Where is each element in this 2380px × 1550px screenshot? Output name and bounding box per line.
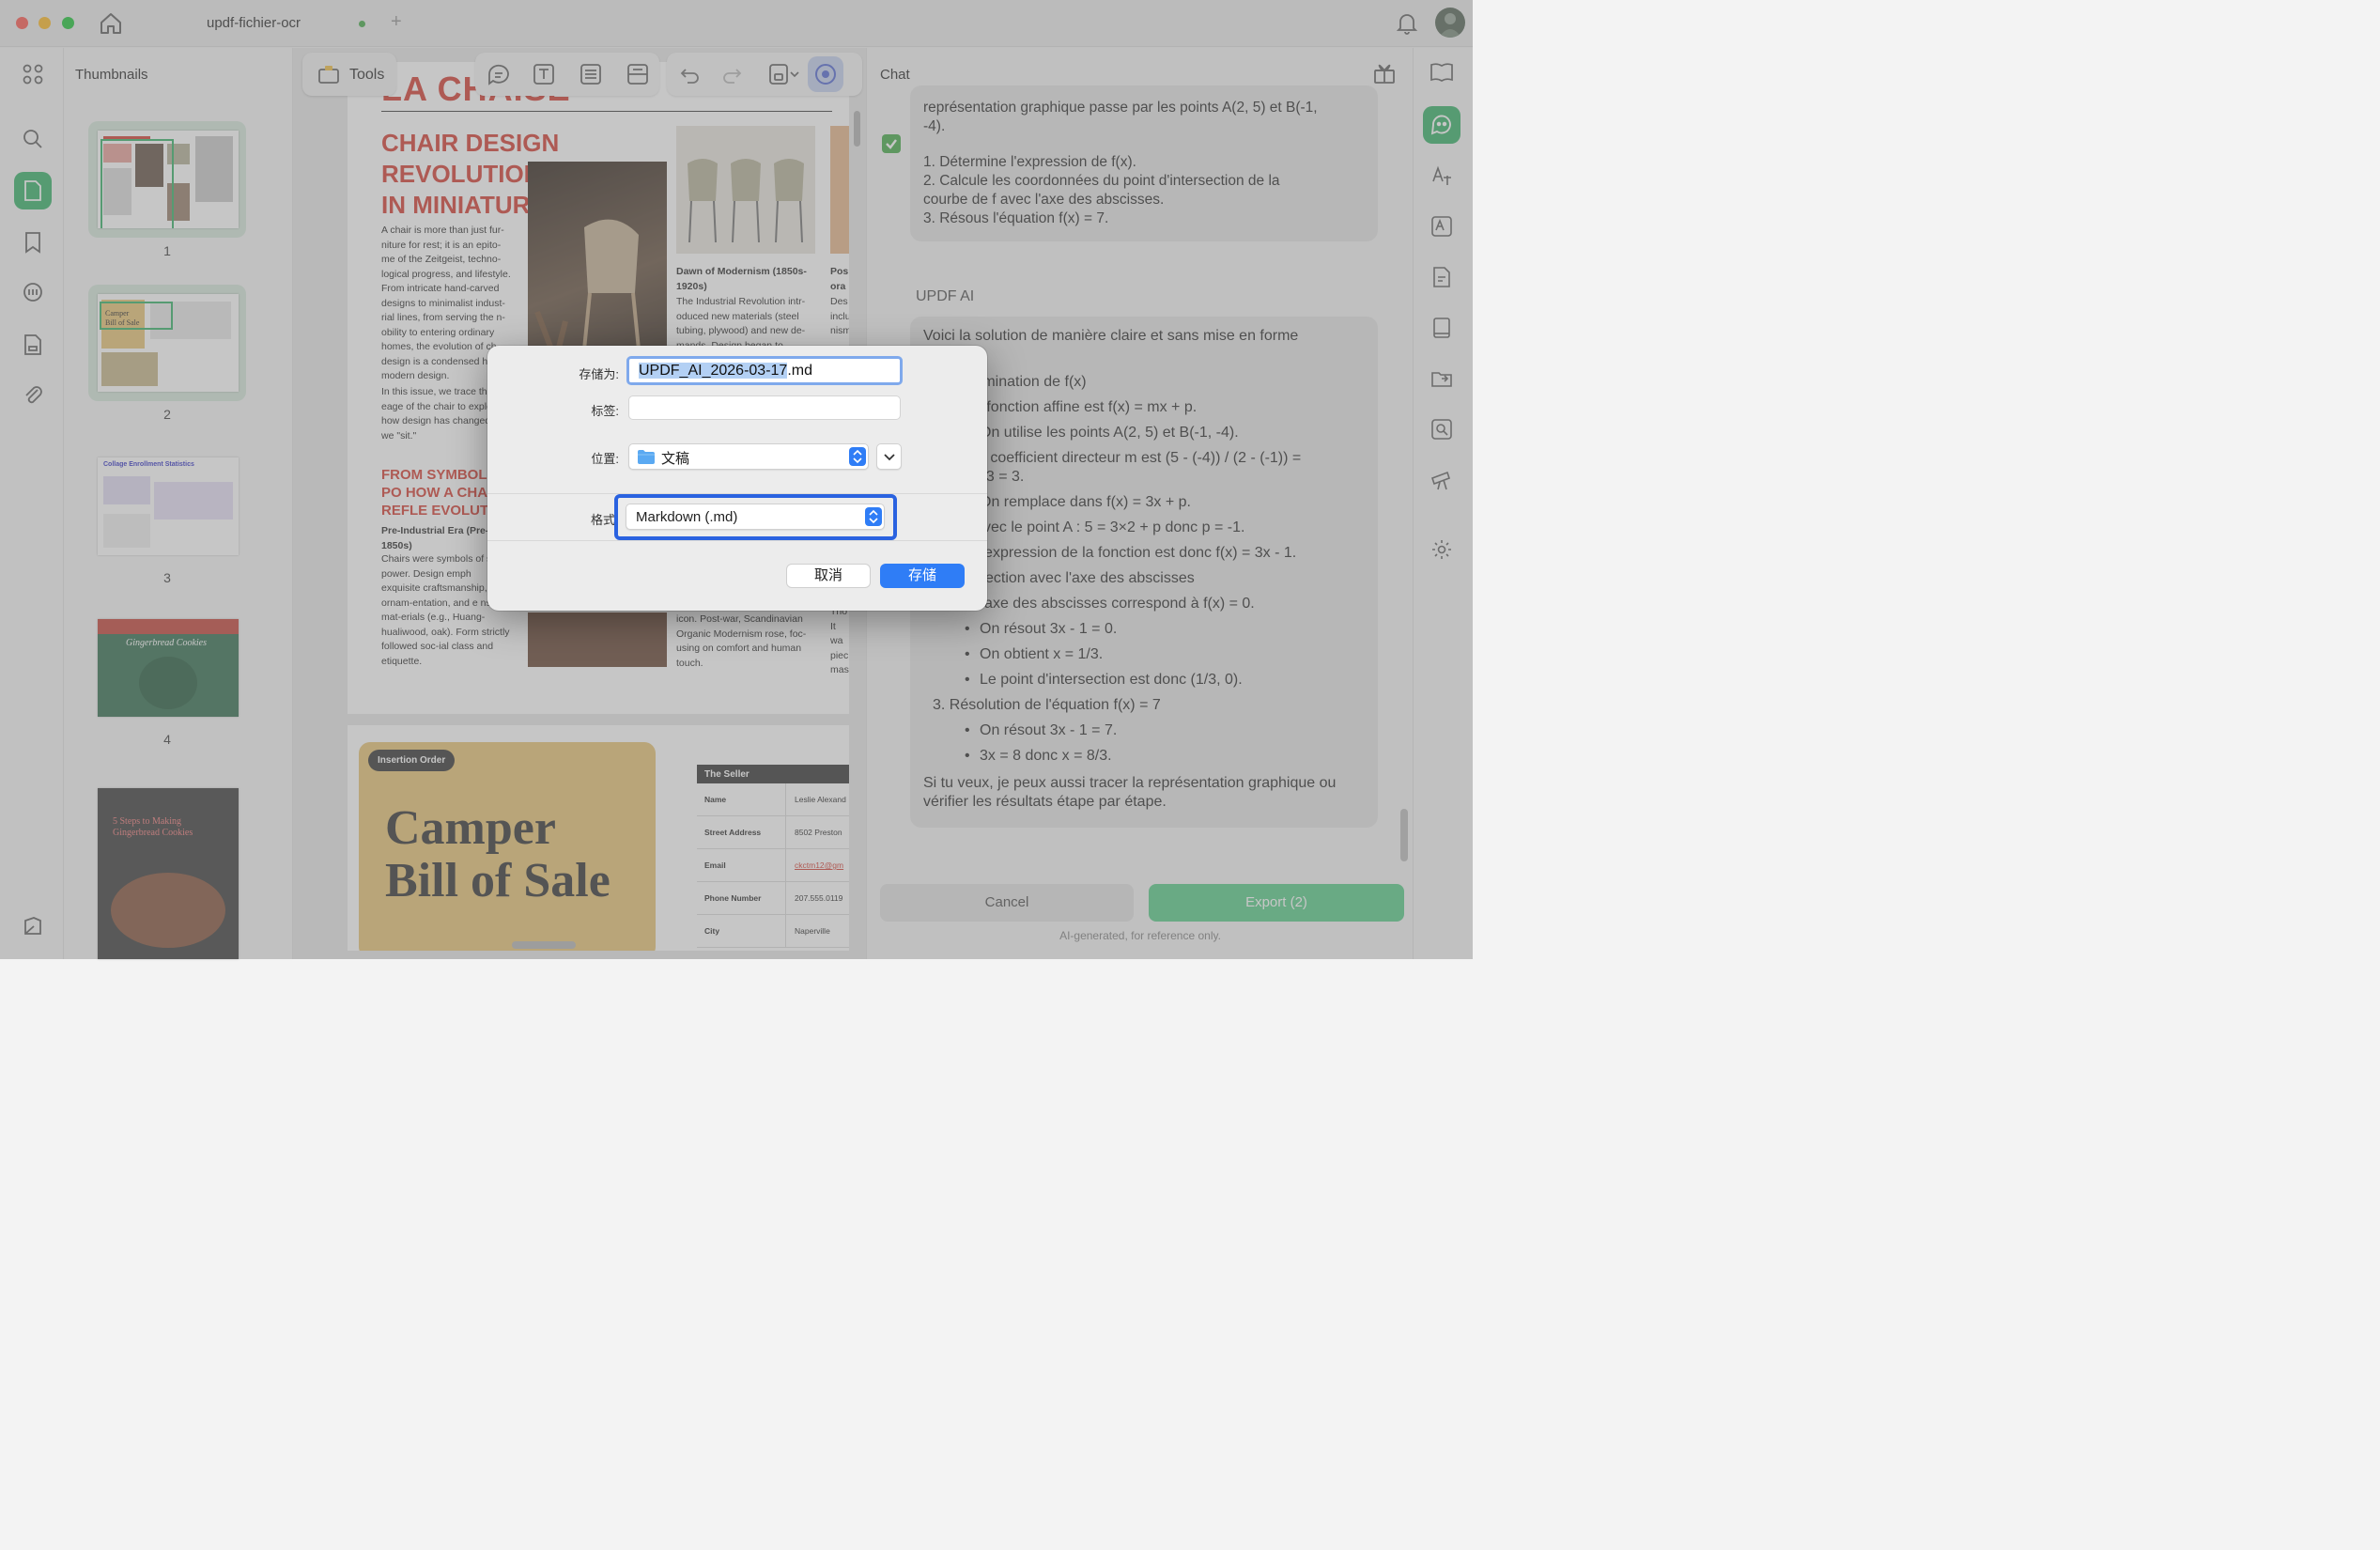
filename-selected-text: UPDF_AI_2026-03-17 bbox=[639, 363, 788, 379]
location-select[interactable]: 文稿 bbox=[628, 443, 869, 470]
filename-extension: .md bbox=[787, 363, 812, 379]
tags-input[interactable] bbox=[628, 395, 901, 420]
format-label: 格式 bbox=[590, 513, 615, 527]
format-select[interactable]: Markdown (.md) bbox=[626, 504, 885, 530]
save-as-label: 存储为: bbox=[579, 367, 619, 381]
location-stepper bbox=[849, 447, 866, 466]
format-stepper bbox=[865, 507, 882, 526]
dialog-divider bbox=[487, 540, 987, 541]
expand-dialog-button[interactable] bbox=[876, 443, 902, 470]
filename-input[interactable]: UPDF_AI_2026-03-17.md bbox=[626, 356, 903, 385]
chevron-down-icon bbox=[884, 454, 895, 461]
location-label: 位置: bbox=[591, 452, 619, 466]
folder-icon bbox=[638, 450, 655, 464]
location-value: 文稿 bbox=[661, 451, 690, 467]
format-value: Markdown (.md) bbox=[636, 509, 738, 525]
dialog-cancel-button[interactable]: 取消 bbox=[786, 564, 871, 588]
dialog-save-button[interactable]: 存储 bbox=[880, 564, 965, 588]
tags-label: 标签: bbox=[591, 404, 619, 418]
filename-value: UPDF_AI_2026-03-17.md bbox=[639, 363, 812, 380]
save-dialog: 存储为: UPDF_AI_2026-03-17.md 标签: 位置: 文稿 格式… bbox=[487, 346, 987, 611]
